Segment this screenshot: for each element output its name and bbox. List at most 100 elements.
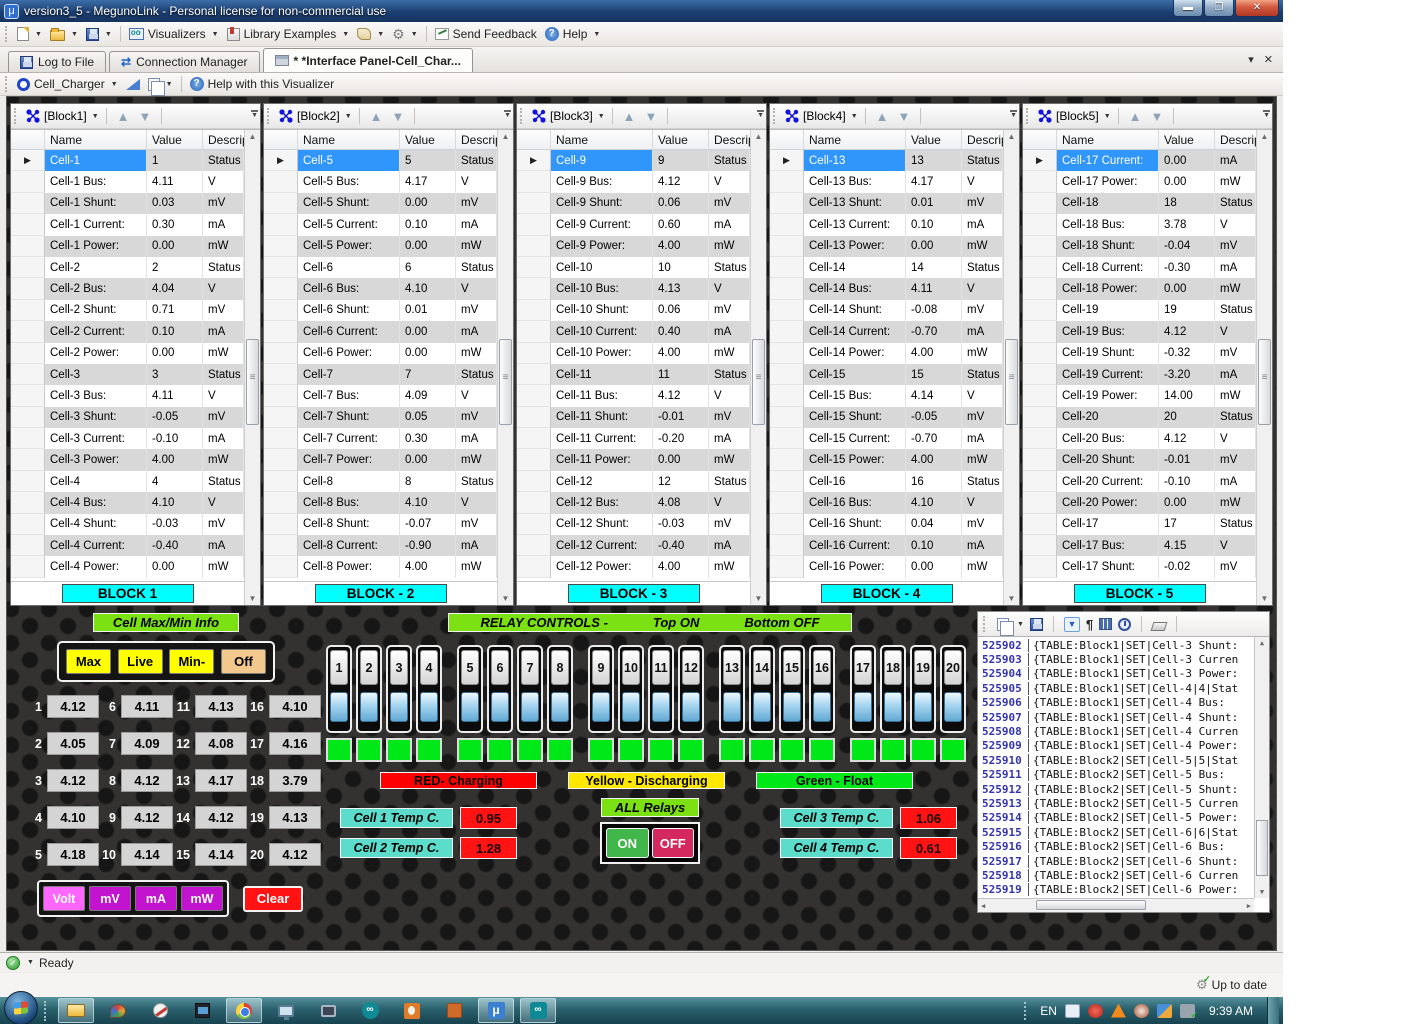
move-up-button[interactable]: ▲ [873,109,892,124]
row-header[interactable]: ▶ [517,278,551,299]
table-row[interactable]: ▶ Cell-2 Bus: 4.04 V [11,278,244,299]
table-row[interactable]: ▶ Cell-17 Power: 0.00 mW [1023,171,1256,192]
table-row[interactable]: ▶ Cell-14 Current: -0.70 mA [770,321,1003,342]
table-row[interactable]: ▶ Cell-1 Power: 0.00 mW [11,236,244,257]
table-row[interactable]: ▶ Cell-4 Current: -0.40 mA [11,535,244,556]
table-row[interactable]: ▶ Cell-17 Current: 0.00 mA [1023,150,1256,171]
scrollbar-thumb[interactable] [752,339,765,425]
move-up-button[interactable]: ▲ [1126,109,1145,124]
row-header[interactable]: ▶ [264,407,298,428]
table-row[interactable]: ▶ Cell-16 Shunt: 0.04 mV [770,514,1003,535]
taskbar-display-settings-icon[interactable] [268,998,304,1023]
relay-slider-thumb[interactable] [390,692,408,722]
relay-slider-thumb[interactable] [652,692,670,722]
scroll-up-icon[interactable]: ▲ [751,132,766,141]
block-title[interactable]: [Block5] [1056,109,1099,123]
table-row[interactable]: ▶ Cell-2 2 Status [11,257,244,278]
row-header[interactable]: ▶ [517,257,551,278]
row-header[interactable]: ▶ [264,193,298,214]
row-header[interactable]: ▶ [264,449,298,470]
taskbar-megunolink-icon[interactable]: μ [478,998,514,1023]
table-row[interactable]: ▶ Cell-16 16 Status [770,471,1003,492]
row-header[interactable]: ▶ [11,343,45,364]
table-row[interactable]: ▶ Cell-5 5 Status [264,150,497,171]
row-header[interactable]: ▶ [1023,449,1057,470]
move-down-button[interactable]: ▼ [642,109,661,124]
visualizer-help-button[interactable]: ?Help with this Visualizer [186,75,339,93]
scrollbar-thumb[interactable] [1005,339,1018,425]
save-button[interactable]: ▼ [82,26,116,43]
table-row[interactable]: ▶ Cell-10 10 Status [517,257,750,278]
table-view-icon[interactable] [1099,618,1112,630]
table-row[interactable]: ▶ Cell-9 Bus: 4.12 V [517,171,750,192]
row-header[interactable]: ▶ [517,471,551,492]
table-row[interactable]: ▶ Cell-5 Bus: 4.17 V [264,171,497,192]
row-header[interactable]: ▶ [517,492,551,513]
row-header[interactable]: ▶ [1023,150,1057,171]
table-row[interactable]: ▶ Cell-19 Current: -3.20 mA [1023,364,1256,385]
row-header[interactable]: ▶ [770,428,804,449]
row-header[interactable]: ▶ [1023,407,1057,428]
scrollbar-thumb[interactable] [246,339,259,425]
table-row[interactable]: ▶ Cell-13 Current: 0.10 mA [770,214,1003,235]
table-row[interactable]: ▶ Cell-18 Bus: 3.78 V [1023,214,1256,235]
table-row[interactable]: ▶ Cell-14 14 Status [770,257,1003,278]
move-up-button[interactable]: ▲ [114,109,133,124]
row-header[interactable]: ▶ [11,364,45,385]
row-header[interactable]: ▶ [1023,171,1057,192]
row-header[interactable]: ▶ [1023,193,1057,214]
scroll-to-bottom-icon[interactable]: ▼ [1064,617,1080,632]
start-button[interactable] [4,991,38,1024]
table-row[interactable]: ▶ Cell-13 Bus: 4.17 V [770,171,1003,192]
row-header[interactable]: ▶ [1023,257,1057,278]
table-row[interactable]: ▶ Cell-3 Current: -0.10 mA [11,428,244,449]
row-header[interactable]: ▶ [1023,556,1057,577]
table-row[interactable]: ▶ Cell-10 Shunt: 0.06 mV [517,300,750,321]
relay-slider-thumb[interactable] [622,692,640,722]
row-header[interactable]: ▶ [517,171,551,192]
row-header[interactable]: ▶ [770,535,804,556]
row-header[interactable]: ▶ [11,471,45,492]
table-row[interactable]: ▶ Cell-12 Bus: 4.08 V [517,492,750,513]
relay-slider-thumb[interactable] [592,692,610,722]
table-row[interactable]: ▶ Cell-3 Shunt: -0.05 mV [11,407,244,428]
vertical-scrollbar[interactable]: ▲ ▼ [750,130,766,605]
row-header[interactable]: ▶ [1023,364,1057,385]
row-header[interactable]: ▶ [770,236,804,257]
maxmin-mode-button[interactable]: Min- [169,649,214,674]
move-down-button[interactable]: ▼ [1148,109,1167,124]
block-title[interactable]: [Block4] [803,109,846,123]
table-row[interactable]: ▶ Cell-17 Bus: 4.15 V [1023,535,1256,556]
relay-switch[interactable]: 1 [326,645,352,733]
row-header[interactable]: ▶ [770,449,804,470]
connection-select[interactable]: Cell_Charger▼ [13,75,122,93]
row-header[interactable]: ▶ [770,171,804,192]
table-row[interactable]: ▶ Cell-4 Power: 0.00 mW [11,556,244,577]
table-row[interactable]: ▶ Cell-12 Shunt: -0.03 mV [517,514,750,535]
row-header[interactable]: ▶ [264,385,298,406]
scroll-down-icon[interactable]: ▼ [1257,594,1272,603]
row-header[interactable]: ▶ [1023,321,1057,342]
relay-slider-thumb[interactable] [854,692,872,722]
row-header[interactable]: ▶ [1023,300,1057,321]
taskbar-arduino-ide-icon[interactable]: ∞ [520,998,556,1023]
tab-interface-panel[interactable]: * *Interface Panel-Cell_Char... [263,48,473,72]
relay-slider-thumb[interactable] [551,692,569,722]
relay-slider-thumb[interactable] [753,692,771,722]
row-header[interactable]: ▶ [264,236,298,257]
tab-log-to-file[interactable]: Log to File [8,51,106,72]
row-header[interactable]: ▶ [264,321,298,342]
toolbar-overflow-button[interactable]: ▼ [504,110,511,119]
row-header[interactable]: ▶ [517,364,551,385]
relay-slider-thumb[interactable] [491,692,509,722]
table-row[interactable]: ▶ Cell-14 Shunt: -0.08 mV [770,300,1003,321]
relay-slider-thumb[interactable] [884,692,902,722]
row-header[interactable]: ▶ [11,150,45,171]
row-header[interactable]: ▶ [517,428,551,449]
table-row[interactable]: ▶ Cell-7 Power: 0.00 mW [264,449,497,470]
row-header[interactable]: ▶ [517,556,551,577]
visualizers-button[interactable]: Visualizers▼ [125,25,223,43]
relay-switch[interactable]: 18 [880,645,906,733]
row-header[interactable]: ▶ [1023,278,1057,299]
open-file-button[interactable]: ▼ [46,26,82,43]
